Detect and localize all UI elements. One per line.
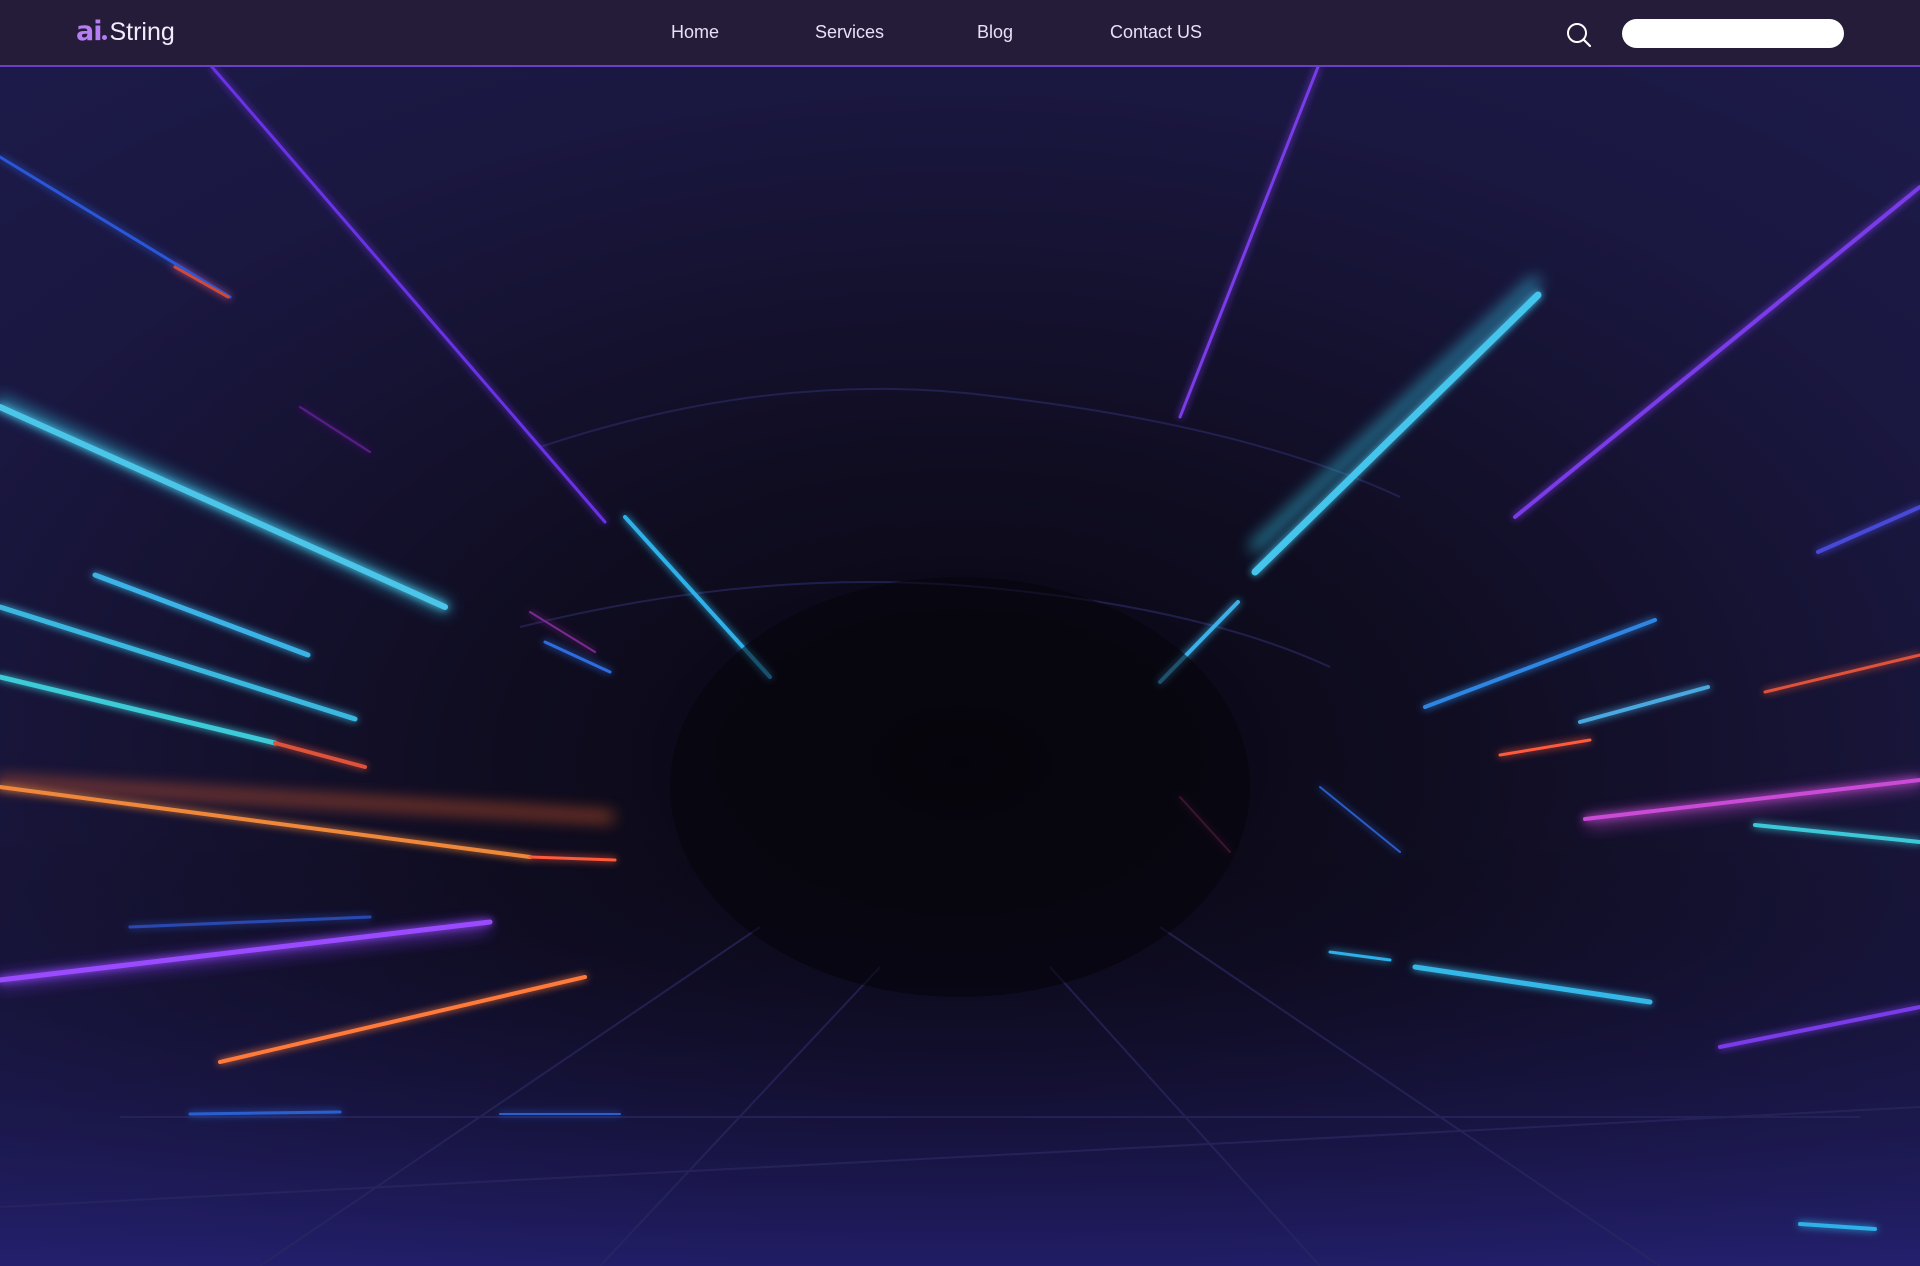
page: ai String Home Services Blog Contact US xyxy=(0,0,1920,1266)
nav-link-blog[interactable]: Blog xyxy=(977,22,1013,43)
search-icon[interactable] xyxy=(1566,22,1592,48)
top-navbar: ai String Home Services Blog Contact US xyxy=(0,0,1920,67)
nav-link-contact[interactable]: Contact US xyxy=(1110,22,1202,43)
search-input[interactable] xyxy=(1622,19,1844,48)
hero-background xyxy=(0,67,1920,1266)
neon-tunnel-image xyxy=(0,67,1920,1266)
nav-link-home[interactable]: Home xyxy=(671,22,719,43)
nav-link-services[interactable]: Services xyxy=(815,22,884,43)
